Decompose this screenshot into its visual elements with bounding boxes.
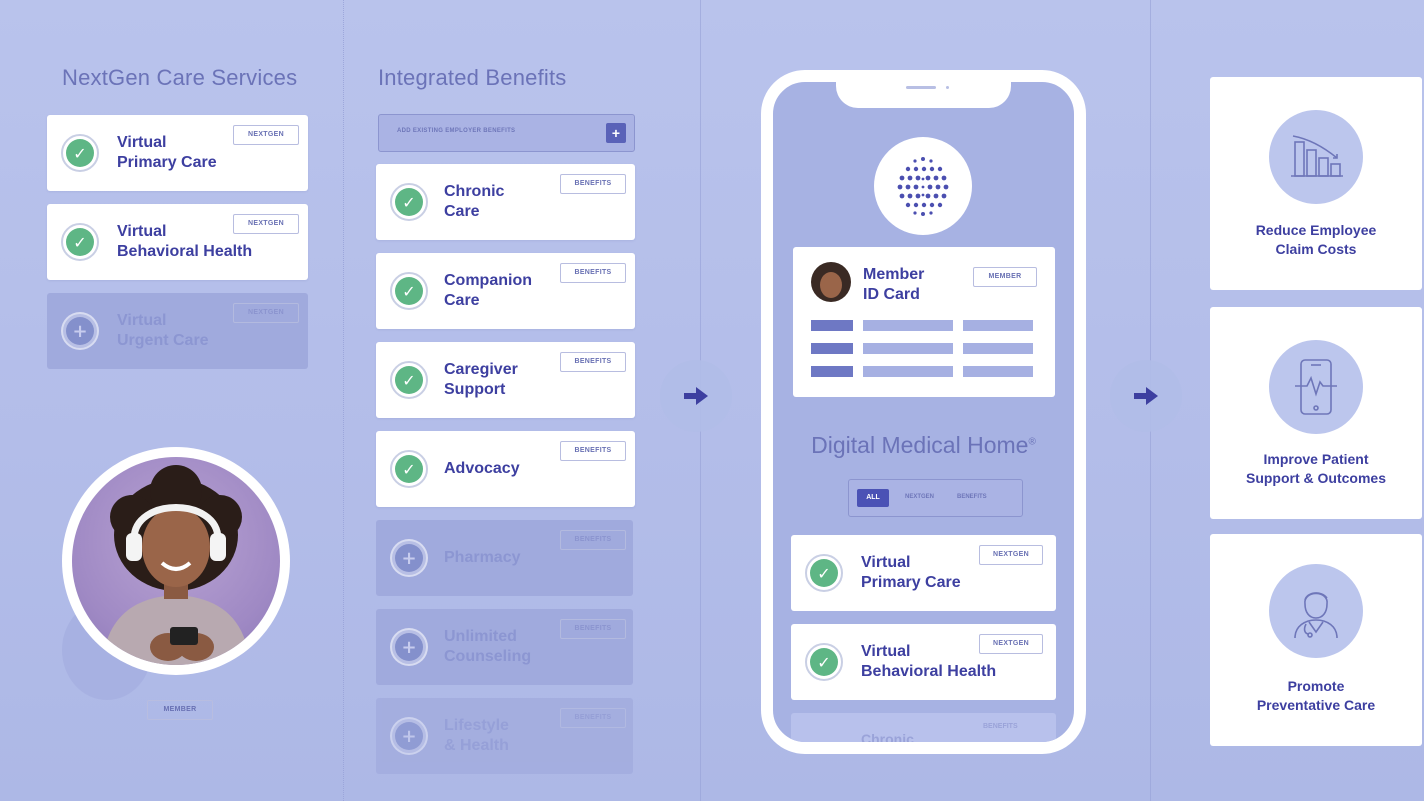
- benefits-tag: BENEFITS: [560, 530, 626, 550]
- arrow-right-icon: [684, 387, 708, 405]
- card-label: Pharmacy: [444, 549, 521, 566]
- card-label: Virtual Behavioral Health: [117, 223, 253, 260]
- phone-card-primary-care[interactable]: ✓ Virtual Primary Care NEXTGEN: [791, 535, 1056, 611]
- check-icon: ✓: [61, 223, 99, 261]
- outcome-text: Reduce Employee Claim Costs: [1255, 222, 1377, 257]
- outcome-text: Promote Preventative Care: [1256, 678, 1376, 713]
- add-icon: +: [61, 312, 99, 350]
- card-label: Virtual Behavioral Health: [861, 643, 997, 680]
- outcome-reduce-costs: Reduce Employee Claim Costs: [1210, 77, 1422, 290]
- member-tag: MEMBER: [147, 700, 213, 720]
- outcome-icon-circle: [1269, 340, 1363, 434]
- check-icon: ✓: [805, 643, 843, 681]
- member-tag: MEMBER: [973, 267, 1037, 287]
- digital-medical-home-title: Digital Medical Home®: [773, 432, 1074, 459]
- card-label: Virtual Urgent Care: [117, 312, 209, 349]
- add-icon: +: [390, 717, 428, 755]
- phone-card-behavioral-health[interactable]: ✓ Virtual Behavioral Health NEXTGEN: [791, 624, 1056, 700]
- benefits-title: Integrated Benefits: [378, 65, 567, 90]
- outcome-patient-support: Improve Patient Support & Outcomes: [1210, 307, 1422, 519]
- filter-tabs: ALL NEXTGEN BENEFITS: [848, 479, 1023, 517]
- benefit-card-chronic-care[interactable]: ✓ Chronic Care BENEFITS: [376, 164, 635, 240]
- woman-with-headphones-image: [102, 465, 250, 665]
- filter-benefits-tab[interactable]: BENEFITS: [957, 494, 987, 500]
- declining-bar-chart-icon: [1291, 135, 1343, 177]
- add-icon: +: [390, 539, 428, 577]
- member-avatar: [811, 262, 851, 302]
- nextgen-tag: NEXTGEN: [233, 125, 299, 145]
- card-label: Lifestyle & Health: [444, 717, 509, 754]
- app-logo: [874, 137, 972, 235]
- add-benefits-plus-icon[interactable]: +: [606, 123, 626, 143]
- card-label: Advocacy: [444, 460, 520, 477]
- benefit-card-pharmacy[interactable]: + Pharmacy BENEFITS: [376, 520, 633, 596]
- check-icon: ✓: [390, 183, 428, 221]
- nextgen-title: NextGen Care Services: [62, 65, 298, 90]
- benefits-tag: BENEFITS: [560, 441, 626, 461]
- nextgen-tag: NEXTGEN: [233, 303, 299, 323]
- filter-nextgen-tab[interactable]: NEXTGEN: [905, 494, 934, 500]
- peek-label: Chronic: [861, 731, 914, 747]
- card-label: Caregiver Support: [444, 361, 518, 398]
- nextgen-card-primary-care[interactable]: ✓ Virtual Primary Care NEXTGEN: [47, 115, 308, 191]
- id-card-title: Member ID Card: [863, 266, 925, 303]
- arrow-right-icon: [1134, 387, 1158, 405]
- outcome-icon-circle: [1269, 110, 1363, 204]
- benefits-tag: BENEFITS: [560, 174, 626, 194]
- nextgen-tag: NEXTGEN: [979, 545, 1043, 565]
- check-icon: ✓: [61, 134, 99, 172]
- benefits-tag: BENEFITS: [560, 619, 626, 639]
- nextgen-tag: NEXTGEN: [979, 634, 1043, 654]
- card-label: Companion Care: [444, 272, 532, 309]
- divider-1: [343, 0, 344, 801]
- check-icon: ✓: [390, 361, 428, 399]
- filter-all-tab[interactable]: ALL: [857, 489, 889, 507]
- flow-arrow-1: [660, 360, 732, 432]
- registered-mark: ®: [1028, 436, 1036, 448]
- nextgen-tag: NEXTGEN: [233, 214, 299, 234]
- benefit-card-unlimited-counseling[interactable]: + Unlimited Counseling BENEFITS: [376, 609, 633, 685]
- flow-arrow-2: [1110, 360, 1182, 432]
- phone-heartbeat-icon: [1295, 359, 1337, 415]
- check-icon: ✓: [390, 450, 428, 488]
- member-photo: [62, 447, 290, 675]
- benefit-card-companion-care[interactable]: ✓ Companion Care BENEFITS: [376, 253, 635, 329]
- outcome-text: Improve Patient Support & Outcomes: [1245, 451, 1386, 486]
- nextgen-card-urgent-care[interactable]: + Virtual Urgent Care NEXTGEN: [47, 293, 308, 369]
- add-icon: +: [390, 628, 428, 666]
- card-label: Unlimited Counseling: [444, 628, 532, 665]
- check-icon: ✓: [390, 272, 428, 310]
- benefit-card-advocacy[interactable]: ✓ Advocacy BENEFITS: [376, 431, 635, 507]
- card-label: Virtual Primary Care: [117, 134, 217, 171]
- benefits-tag: BENEFITS: [560, 263, 626, 283]
- doctor-icon: [1294, 592, 1338, 639]
- card-label: Virtual Primary Care: [861, 554, 961, 591]
- outcome-preventative-care: Promote Preventative Care: [1210, 534, 1422, 746]
- phone-card-peek: Chronic BENEFITS: [791, 713, 1056, 747]
- peek-tag: BENEFITS: [983, 723, 1018, 730]
- check-icon: ✓: [805, 554, 843, 592]
- benefits-tag: BENEFITS: [560, 708, 626, 728]
- benefit-card-lifestyle-health[interactable]: + Lifestyle & Health BENEFITS: [376, 698, 633, 774]
- add-benefits-bar[interactable]: ADD EXISTING EMPLOYER BENEFITS +: [378, 114, 635, 152]
- phone-notch: [836, 82, 1011, 108]
- dotted-sphere-logo-icon: [897, 157, 949, 216]
- card-label: Chronic Care: [444, 183, 505, 220]
- phone-mockup: Member ID Card MEMBER Digital Medical Ho…: [761, 70, 1086, 754]
- benefits-tag: BENEFITS: [560, 352, 626, 372]
- digital-medical-home-label: Digital Medical Home: [811, 432, 1029, 458]
- outcome-icon-circle: [1269, 564, 1363, 658]
- member-id-card[interactable]: Member ID Card MEMBER: [793, 247, 1055, 397]
- add-benefits-label: ADD EXISTING EMPLOYER BENEFITS: [397, 128, 516, 134]
- benefit-card-caregiver-support[interactable]: ✓ Caregiver Support BENEFITS: [376, 342, 635, 418]
- nextgen-card-behavioral-health[interactable]: ✓ Virtual Behavioral Health NEXTGEN: [47, 204, 308, 280]
